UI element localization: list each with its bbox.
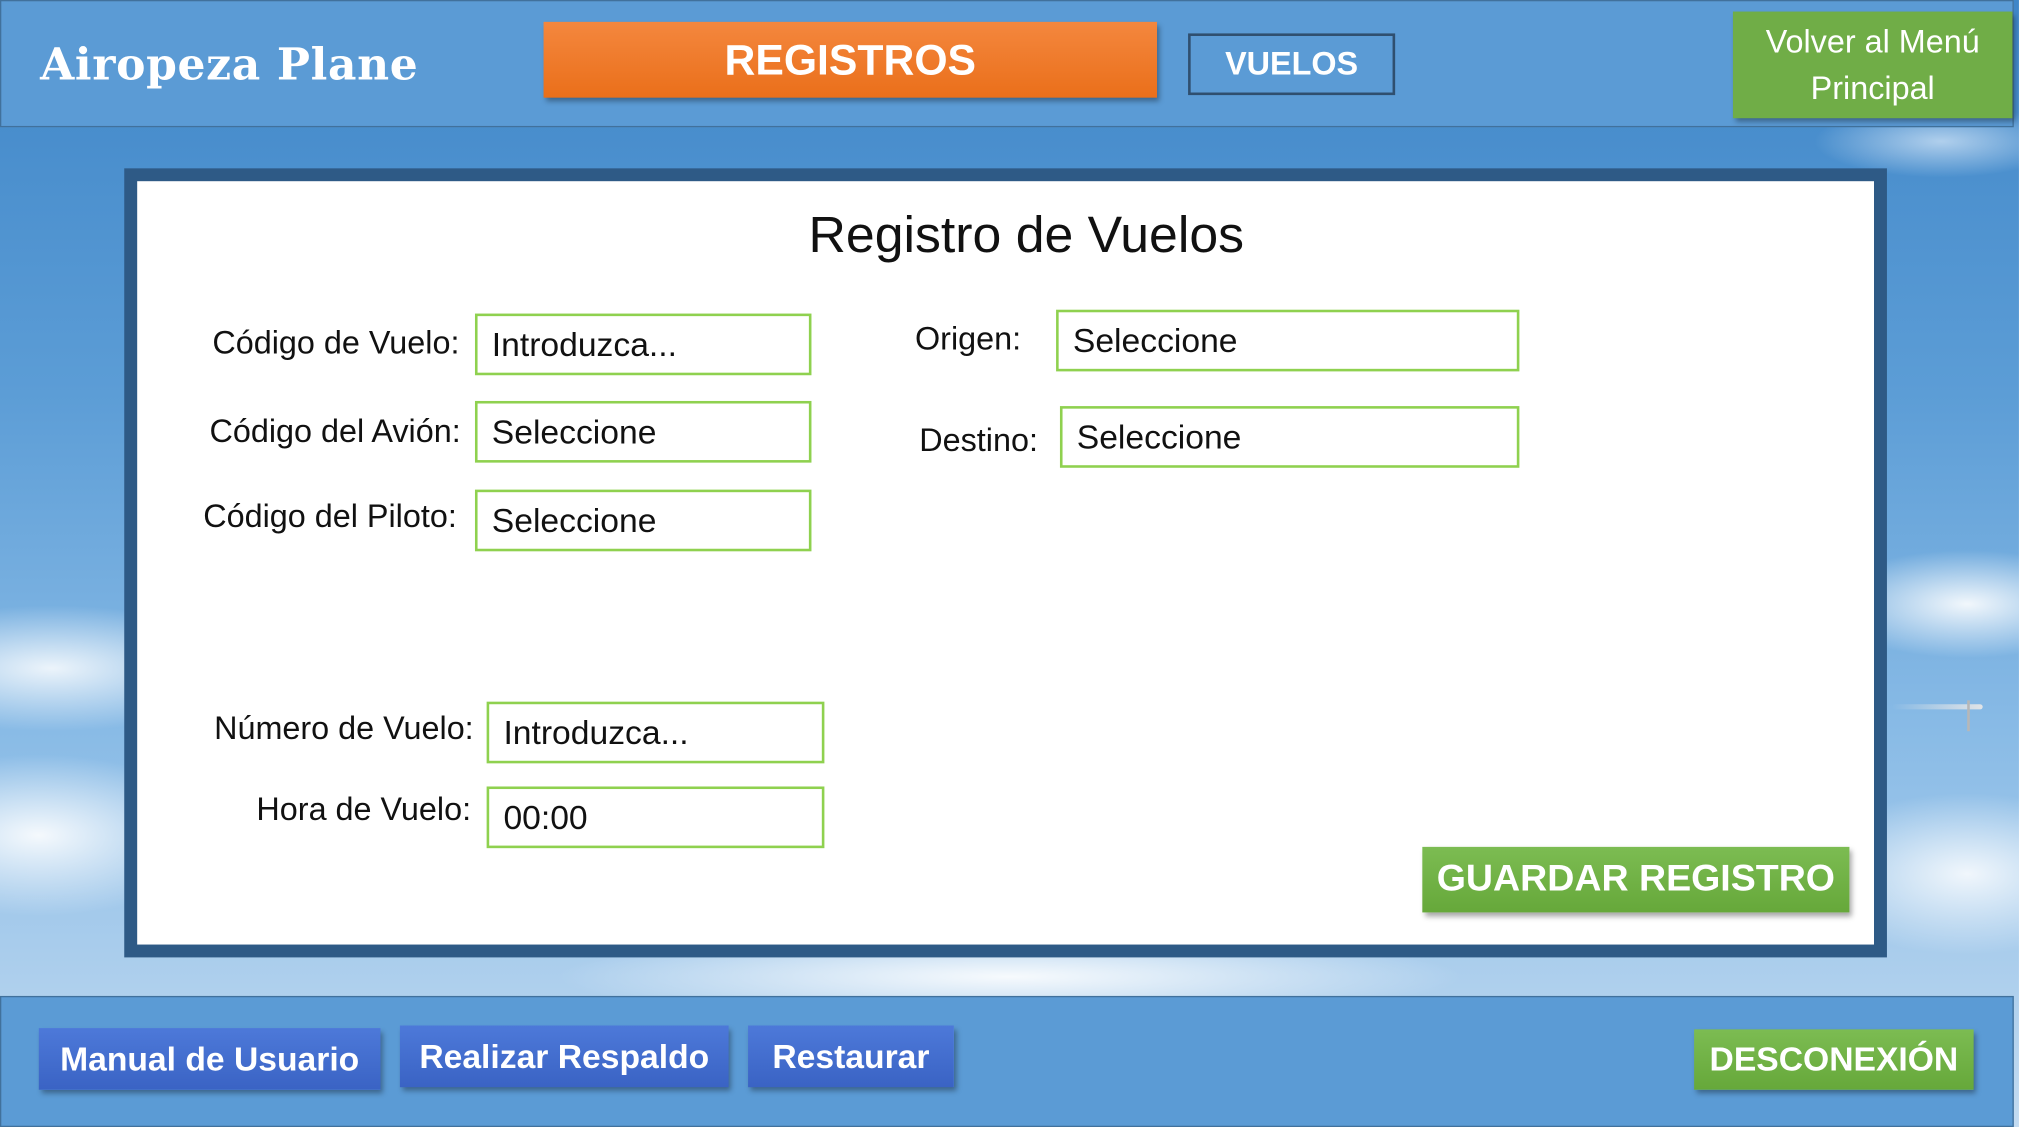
- save-record-button[interactable]: GUARDAR REGISTRO: [1422, 846, 1850, 913]
- vuelos-button[interactable]: VUELOS: [1188, 33, 1396, 96]
- plane-image: [1967, 700, 1985, 732]
- registros-button[interactable]: REGISTROS: [543, 21, 1158, 98]
- origen-select[interactable]: Seleccione: [1056, 309, 1520, 372]
- logout-button[interactable]: DESCONEXIÓN: [1694, 1029, 1974, 1090]
- hora-vuelo-label: Hora de Vuelo:: [256, 791, 472, 828]
- back-button-line2: Principal: [1810, 70, 1935, 107]
- backup-button[interactable]: Realizar Respaldo: [399, 1025, 729, 1088]
- form-title: Registro de Vuelos: [808, 206, 1245, 264]
- numero-vuelo-input[interactable]: Introduzca...: [486, 701, 825, 764]
- destino-select[interactable]: Seleccione: [1059, 406, 1520, 468]
- codigo-piloto-label: Código del Piloto:: [203, 498, 457, 535]
- codigo-piloto-select[interactable]: Seleccione: [474, 489, 812, 552]
- app-window: Airopeza Plane REGISTROS VUELOS Volver a…: [0, 0, 2019, 1127]
- back-to-main-menu-button[interactable]: Volver al Menú Principal: [1732, 11, 2013, 119]
- restore-button[interactable]: Restaurar: [748, 1025, 954, 1088]
- user-manual-button[interactable]: Manual de Usuario: [38, 1028, 381, 1090]
- origen-label: Origen:: [915, 321, 1022, 358]
- brand-title: Airopeza Plane: [40, 39, 419, 92]
- back-button-line1: Volver al Menú: [1765, 23, 1980, 60]
- form-panel: [137, 181, 1875, 945]
- destino-label: Destino:: [919, 422, 1038, 459]
- hora-vuelo-input[interactable]: 00:00: [486, 786, 825, 849]
- numero-vuelo-label: Número de Vuelo:: [214, 710, 474, 747]
